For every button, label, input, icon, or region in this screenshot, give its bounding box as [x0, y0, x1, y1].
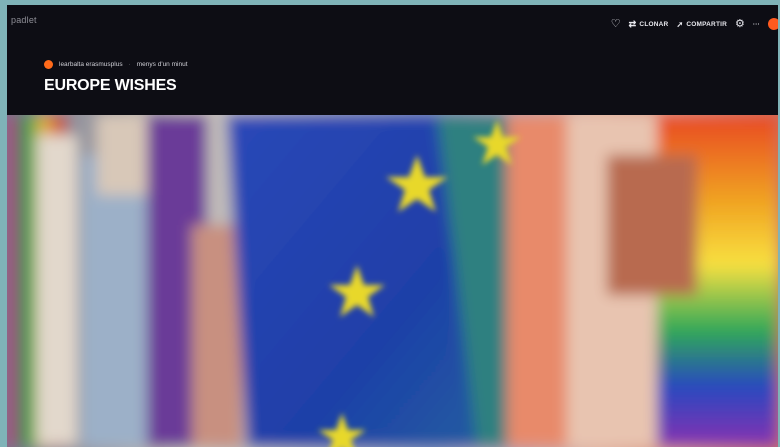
- clone-button[interactable]: ⇄ CLONAR: [629, 19, 669, 30]
- top-bar: padlet ♡ ⇄ CLONAR ➚ COMPARTIR ⚙ ···: [7, 5, 778, 49]
- share-icon: ➚: [676, 19, 684, 29]
- padlet-window: padlet ♡ ⇄ CLONAR ➚ COMPARTIR ⚙ ··· lear…: [7, 5, 778, 447]
- page-title: EUROPE WISHES: [44, 77, 177, 94]
- share-button[interactable]: ➚ COMPARTIR: [676, 19, 727, 30]
- padlet-logo[interactable]: padlet: [11, 15, 37, 25]
- toolbar-actions: ♡ ⇄ CLONAR ➚ COMPARTIR ⚙ ···: [611, 14, 778, 34]
- gear-icon[interactable]: ⚙: [735, 18, 745, 30]
- more-button[interactable]: ···: [753, 21, 760, 28]
- timestamp: menys d'un minut: [136, 61, 188, 68]
- heart-icon[interactable]: ♡: [611, 18, 621, 30]
- author-name[interactable]: learbalta erasmusplus: [59, 61, 123, 68]
- cover-photo-blurred-eu-flag-crowd: [7, 115, 778, 447]
- clone-label: CLONAR: [639, 20, 669, 28]
- meta-separator: ·: [128, 61, 131, 68]
- post-meta: learbalta erasmusplus · menys d'un minut: [44, 60, 188, 69]
- author-avatar: [44, 60, 53, 69]
- clone-icon: ⇄: [628, 18, 637, 29]
- cover-image: [7, 115, 778, 447]
- user-avatar[interactable]: [768, 18, 778, 30]
- share-label: COMPARTIR: [686, 20, 728, 28]
